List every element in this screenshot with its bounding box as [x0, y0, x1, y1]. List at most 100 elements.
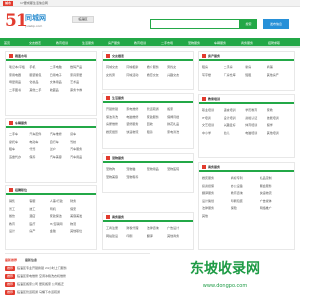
- link-item[interactable]: 家电维修: [126, 106, 146, 113]
- nav-item-business[interactable]: 商务服务: [241, 38, 253, 48]
- search-button[interactable]: 搜索: [240, 19, 257, 29]
- link-item[interactable]: 资格认证: [245, 115, 267, 122]
- link-item[interactable]: 日用电子: [50, 72, 70, 79]
- post-button[interactable]: 发布信息: [263, 19, 289, 29]
- link-item[interactable]: 技能培训: [267, 115, 289, 122]
- link-item[interactable]: 二手车: [9, 131, 29, 138]
- link-item[interactable]: 电脑维修: [126, 114, 146, 121]
- link-item[interactable]: 酒店: [29, 213, 49, 220]
- link-item[interactable]: 网站建设: [106, 233, 126, 240]
- link-item[interactable]: 二手电脑: [50, 64, 70, 71]
- link-item[interactable]: 服装箱包: [29, 72, 49, 79]
- link-item[interactable]: 过户: [50, 146, 70, 153]
- link-item[interactable]: 人事/行政: [50, 198, 70, 205]
- panel-title[interactable]: 房产服务: [208, 53, 220, 59]
- link-item[interactable]: 笔记本/平板: [9, 64, 29, 71]
- tab-latest[interactable]: 最新信息: [25, 256, 37, 264]
- link-item[interactable]: 保险: [231, 205, 260, 212]
- link-item[interactable]: 手机: [29, 64, 49, 71]
- link-item[interactable]: 自行车: [50, 139, 70, 146]
- link-item[interactable]: 商标专利: [231, 175, 260, 182]
- link-item[interactable]: 广告媒体: [260, 198, 289, 205]
- city-switch[interactable]: 临淄区: [72, 16, 94, 23]
- link-item[interactable]: 保养: [29, 154, 49, 161]
- link-item[interactable]: 其他二手: [29, 87, 49, 94]
- link-item[interactable]: 摩托车: [9, 139, 29, 146]
- link-item[interactable]: 翻译: [147, 233, 167, 240]
- link-item[interactable]: 技工: [29, 206, 49, 213]
- nav-item-home[interactable]: 首页: [4, 38, 10, 48]
- link-item[interactable]: 管道疏通: [147, 106, 167, 113]
- link-item[interactable]: 客服: [29, 198, 49, 205]
- link-item[interactable]: 兴趣爱好: [224, 122, 246, 129]
- site-logo[interactable]: 51 同城网 yuwbp.com: [5, 12, 63, 34]
- nav-item-education[interactable]: 教育培训: [56, 38, 68, 48]
- link-item[interactable]: 宠物美容: [106, 174, 126, 181]
- link-item[interactable]: 销售: [9, 198, 29, 205]
- link-item[interactable]: 文艺培训: [202, 122, 224, 129]
- link-item[interactable]: 医疗: [29, 221, 49, 228]
- link-item[interactable]: 美容美发: [70, 213, 90, 220]
- panel-title[interactable]: 车辆服务: [15, 120, 27, 126]
- link-item[interactable]: 婚介服务: [147, 64, 167, 71]
- link-item[interactable]: 代驾: [29, 146, 49, 153]
- link-item[interactable]: 教育: [9, 221, 29, 228]
- link-item[interactable]: 宠物狗: [106, 166, 126, 173]
- link-item[interactable]: 翻译服务: [202, 190, 231, 197]
- link-item[interactable]: 办公设备: [231, 183, 260, 190]
- link-item[interactable]: 法律咨询: [147, 225, 167, 232]
- link-item[interactable]: 礼品定制: [260, 175, 289, 182]
- link-item[interactable]: 房屋维修: [106, 121, 126, 128]
- link-item[interactable]: 新房: [245, 64, 267, 71]
- link-item[interactable]: 宠物寄养: [126, 174, 146, 181]
- top-notice[interactable]: 17要成都生活信息网: [20, 1, 48, 6]
- link-item[interactable]: 教育咨询: [231, 190, 260, 197]
- nav-item-realty[interactable]: 房产服务: [108, 38, 120, 48]
- link-item[interactable]: IT培训: [202, 115, 224, 122]
- link-item[interactable]: 开锁修锁: [106, 106, 126, 113]
- link-item[interactable]: 印刷包装: [231, 198, 260, 205]
- link-item[interactable]: 二手房: [224, 64, 246, 71]
- panel-title[interactable]: 宠物服务: [112, 155, 124, 161]
- link-item[interactable]: 中小学: [202, 130, 224, 137]
- link-item[interactable]: 宠物猫: [126, 166, 146, 173]
- link-item[interactable]: 厂房仓库: [224, 72, 246, 79]
- link-item[interactable]: 普工: [9, 206, 29, 213]
- link-item[interactable]: 同城相亲: [126, 64, 146, 71]
- news-item[interactable]: 临淄区专业开锁换锁 24小时上门服务: [17, 266, 67, 271]
- link-item[interactable]: IT/互联网: [50, 221, 70, 228]
- link-item[interactable]: 幼儿: [224, 130, 246, 137]
- link-item[interactable]: 短租: [245, 72, 267, 79]
- link-item[interactable]: 汽车服务: [70, 146, 90, 153]
- link-item[interactable]: 宠物用品: [147, 166, 167, 173]
- link-item[interactable]: 写字楼: [202, 72, 224, 79]
- link-item[interactable]: 体育培训: [245, 122, 267, 129]
- nav-item-friends[interactable]: 交友婚恋: [29, 38, 41, 48]
- link-item[interactable]: 租车: [9, 146, 29, 153]
- link-item[interactable]: 汽车用品: [70, 154, 90, 161]
- link-item[interactable]: 其他: [202, 213, 231, 220]
- link-item[interactable]: 财税代理: [126, 225, 146, 232]
- nav-item-vehicles[interactable]: 车辆服务: [214, 38, 226, 48]
- link-item[interactable]: 驾校: [70, 139, 90, 146]
- link-item[interactable]: 婚恋交友: [147, 72, 167, 79]
- link-item[interactable]: 其他职位: [70, 228, 90, 235]
- nav-item-jobs[interactable]: 招聘求职: [268, 38, 280, 48]
- link-item[interactable]: 宠物医院: [167, 166, 187, 173]
- link-item[interactable]: 职业培训: [202, 107, 224, 114]
- panel-title[interactable]: 跳蚤市场: [15, 53, 27, 59]
- link-item[interactable]: 家用电器: [9, 72, 29, 79]
- link-item[interactable]: 保洁清洗: [106, 114, 126, 121]
- panel-title[interactable]: 商务服务: [112, 214, 124, 220]
- nav-item-training[interactable]: 教育培训: [134, 38, 146, 48]
- link-item[interactable]: 汽车维修: [50, 131, 70, 138]
- link-item[interactable]: 电动车: [29, 139, 49, 146]
- link-item[interactable]: 语言培训: [224, 107, 246, 114]
- link-item[interactable]: 保姆月嫂: [167, 114, 187, 121]
- link-item[interactable]: 家政服务: [147, 114, 167, 121]
- link-item[interactable]: 数码产品: [70, 64, 90, 71]
- link-item[interactable]: 租赁: [147, 129, 167, 136]
- link-item[interactable]: 艺术品: [70, 79, 90, 86]
- link-item[interactable]: 二手图书: [9, 87, 29, 94]
- link-item[interactable]: 同城交友: [106, 64, 126, 71]
